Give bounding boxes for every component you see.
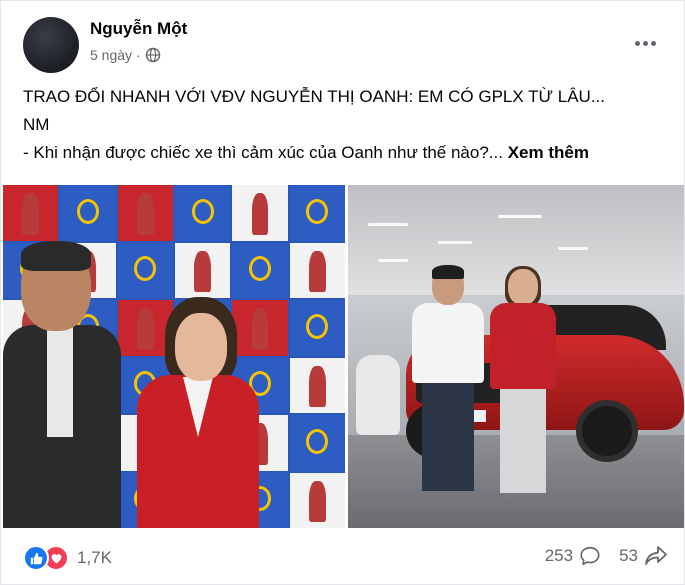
photo-car-showroom[interactable]: 2008 [348,185,684,528]
comment-stat[interactable]: 253 [545,545,601,567]
reaction-count: 1,7K [77,548,112,567]
photo-grid: 2008 [3,185,684,528]
athlete-in-red-jacket [137,297,267,528]
post-text: TRAO ĐỔI NHANH VỚI VĐV NGUYỄN THỊ OANH: … [23,83,663,167]
avatar[interactable] [23,17,79,73]
see-more-link[interactable]: Xem thêm [508,143,589,162]
more-horizontal-icon[interactable] [631,33,659,53]
globe-icon[interactable] [145,47,161,63]
athlete-red-jacket [488,266,558,499]
post-time[interactable]: 5 ngày [90,47,132,63]
post-footer: 1,7K 253 53 [23,541,668,575]
share-icon [645,546,667,565]
post-byline: NM [23,115,50,134]
author-name[interactable]: Nguyễn Một [90,19,187,39]
like-icon [23,545,49,571]
post-headline: TRAO ĐỔI NHANH VỚI VĐV NGUYỄN THỊ OANH: … [23,87,606,106]
share-count: 53 [619,546,638,565]
engagement-stats: 253 53 [545,545,668,567]
meta-separator: · [136,47,141,63]
post-meta: 5 ngày · [90,47,161,63]
man-in-suit [3,241,123,528]
man-white-shirt [408,265,488,497]
comment-icon [580,546,600,566]
reaction-summary[interactable]: 1,7K [23,545,112,571]
scooter [356,355,400,435]
post-header: Nguyễn Một 5 ngày · [23,17,663,73]
post-excerpt: - Khi nhận được chiếc xe thì cảm xúc của… [23,143,503,162]
share-stat[interactable]: 53 [619,545,668,567]
photo-athlete-interview[interactable] [3,185,345,528]
feed-post: Nguyễn Một 5 ngày · TRAO ĐỔI NHANH VỚI V… [0,0,685,585]
post-excerpt-line: - Khi nhận được chiếc xe thì cảm xúc của… [23,139,663,167]
comment-count: 253 [544,546,574,565]
